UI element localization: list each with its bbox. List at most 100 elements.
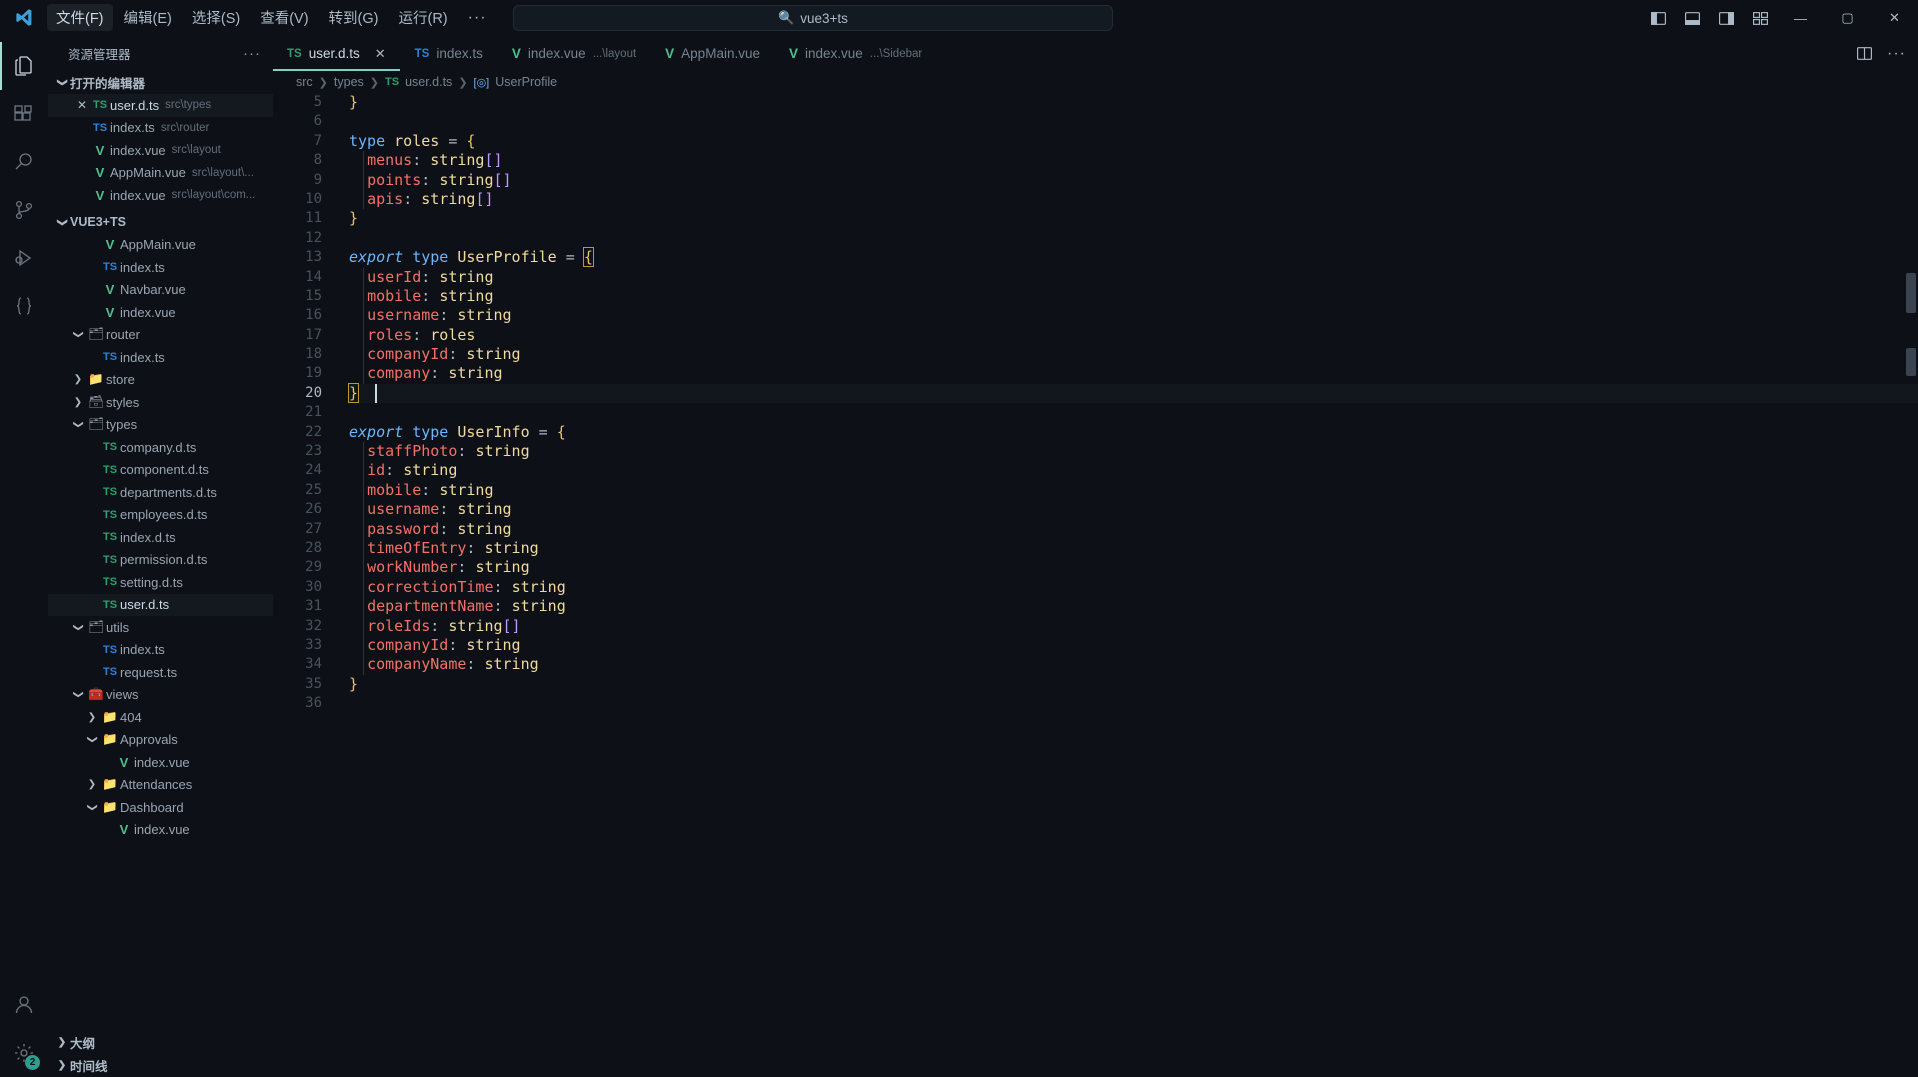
code-editor[interactable]: 5 6 7 8 9 10 11 12 13 14 15 16 17 18 19 20 21 22 23 24 25 26 2…	[273, 93, 1918, 1077]
tree-file[interactable]: TS request.ts	[48, 661, 273, 684]
activity-json-braces[interactable]	[0, 282, 48, 330]
breadcrumb-item[interactable]: types	[334, 75, 364, 89]
code-line[interactable]	[349, 112, 1918, 131]
tree-folder[interactable]: 📁store	[48, 369, 273, 392]
close-icon[interactable]: ✕	[375, 46, 386, 62]
menu-item-5[interactable]: 运行(R)	[389, 4, 456, 31]
breadcrumb-item[interactable]: user.d.ts	[405, 75, 452, 89]
code-line[interactable]: }	[349, 93, 1918, 112]
tree-file[interactable]: TS departments.d.ts	[48, 481, 273, 504]
code-line[interactable]: companyName: string	[349, 655, 1918, 675]
editor-scrollbar-lower[interactable]	[1906, 348, 1916, 376]
code-line[interactable]: companyId: string	[349, 635, 1918, 656]
customize-layout-icon[interactable]	[1743, 0, 1777, 36]
editor-tab[interactable]: V AppMain.vue	[651, 36, 775, 71]
editor-more-actions-button[interactable]: ···	[1887, 45, 1906, 63]
tree-file[interactable]: TS component.d.ts	[48, 459, 273, 482]
code-line[interactable]: departmentName: string	[349, 597, 1918, 617]
tree-folder[interactable]: 📁Attendances	[48, 774, 273, 797]
code-line[interactable]: }	[349, 209, 1918, 228]
menu-item-1[interactable]: 编辑(E)	[115, 4, 181, 31]
split-editor-icon[interactable]	[1856, 45, 1873, 62]
chevron-down-icon[interactable]	[70, 419, 86, 430]
window-maximize-button[interactable]: ▢	[1824, 0, 1871, 36]
code-line[interactable]: username: string	[349, 306, 1918, 326]
chevron-down-icon[interactable]	[70, 622, 86, 633]
menu-item-0[interactable]: 文件(F)	[47, 4, 113, 31]
tree-folder[interactable]: 📁404	[48, 706, 273, 729]
activity-extensions-top[interactable]	[0, 90, 48, 138]
code-line[interactable]: export type UserInfo = {	[349, 423, 1918, 442]
activity-source-control[interactable]	[0, 186, 48, 234]
activity-accounts[interactable]	[0, 981, 48, 1029]
breadcrumb-item[interactable]: src	[296, 75, 313, 89]
tree-file[interactable]: TS user.d.ts	[48, 593, 273, 616]
close-icon[interactable]: ✕	[74, 98, 90, 112]
code-line[interactable]: mobile: string	[349, 480, 1918, 501]
code-line[interactable]: mobile: string	[349, 286, 1918, 307]
code-line[interactable]: export type UserProfile = {	[349, 247, 1918, 268]
code-line[interactable]: username: string	[349, 500, 1918, 520]
editor-tab[interactable]: Vindex.vue ...\layout	[497, 36, 652, 71]
chevron-right-icon[interactable]	[54, 1037, 70, 1048]
tree-file[interactable]: TS setting.d.ts	[48, 571, 273, 594]
chevron-right-icon[interactable]	[70, 374, 86, 385]
editor-tab[interactable]: TS index.ts	[400, 36, 498, 71]
chevron-right-icon[interactable]	[70, 397, 86, 408]
toggle-secondary-sidebar-icon[interactable]	[1709, 0, 1743, 36]
sidebar-panel-0[interactable]: 大纲	[48, 1031, 273, 1054]
code-line[interactable]	[349, 229, 1918, 248]
activity-settings[interactable]: 2	[0, 1029, 48, 1077]
editor-scrollbar-upper[interactable]	[1906, 273, 1916, 313]
open-editor-item[interactable]: ✕ TS user.d.ts src\types	[48, 94, 273, 117]
section-open-editors[interactable]: 打开的编辑器	[48, 71, 273, 94]
tree-file[interactable]: TS index.ts	[48, 346, 273, 369]
code-line[interactable]: menus: string[]	[349, 151, 1918, 171]
menu-item-4[interactable]: 转到(G)	[320, 4, 388, 31]
command-center-search[interactable]: 🔍 vue3+ts	[513, 5, 1113, 31]
code-line[interactable]: company: string	[349, 364, 1918, 384]
tree-folder[interactable]: 🧰views	[48, 684, 273, 707]
editor-tab[interactable]: Vindex.vue ...\Sidebar	[774, 36, 938, 71]
tree-folder[interactable]: 📁Dashboard	[48, 796, 273, 819]
code-line[interactable]: timeOfEntry: string	[349, 538, 1918, 559]
tree-folder[interactable]: 🗂utils	[48, 616, 273, 639]
tree-file[interactable]: TS permission.d.ts	[48, 549, 273, 572]
code-line[interactable]	[349, 694, 1918, 713]
chevron-right-icon[interactable]	[84, 779, 100, 790]
code-line[interactable]: staffPhoto: string	[349, 442, 1918, 462]
open-editor-item[interactable]: V AppMain.vue src\layout\...	[48, 162, 273, 185]
activity-run-debug[interactable]	[0, 234, 48, 282]
tree-file[interactable]: TS employees.d.ts	[48, 504, 273, 527]
section-project-root[interactable]: VUE3+TS	[48, 211, 273, 234]
tree-folder[interactable]: 🗂router	[48, 324, 273, 347]
code-line[interactable]: }	[349, 675, 1918, 694]
code-line[interactable]: roles: roles	[349, 325, 1918, 346]
chevron-down-icon[interactable]	[84, 734, 100, 745]
menu-item-2[interactable]: 选择(S)	[183, 4, 249, 31]
code-line[interactable]: apis: string[]	[349, 189, 1918, 210]
code-line[interactable]: correctionTime: string	[349, 577, 1918, 598]
tree-file[interactable]: Vindex.vue	[48, 301, 273, 324]
toggle-primary-sidebar-icon[interactable]	[1641, 0, 1675, 36]
code-line[interactable]: roleIds: string[]	[349, 616, 1918, 636]
tree-file[interactable]: TS index.ts	[48, 256, 273, 279]
code-line[interactable]: companyId: string	[349, 345, 1918, 365]
tree-file[interactable]: Vindex.vue	[48, 819, 273, 842]
sidebar-panel-1[interactable]: 时间线	[48, 1054, 273, 1077]
tree-folder[interactable]: 🗃styles	[48, 391, 273, 414]
tree-file[interactable]: V Navbar.vue	[48, 279, 273, 302]
code-line[interactable]: password: string	[349, 519, 1918, 539]
tree-file[interactable]: TS company.d.ts	[48, 436, 273, 459]
code-line[interactable]: workNumber: string	[349, 558, 1918, 578]
tree-folder[interactable]: 🗂types	[48, 414, 273, 437]
tree-file[interactable]: Vindex.vue	[48, 751, 273, 774]
open-editor-item[interactable]: TS index.ts src\router	[48, 117, 273, 140]
code-line[interactable]: points: string[]	[349, 170, 1918, 190]
code-line[interactable]: id: string	[349, 461, 1918, 481]
toggle-panel-icon[interactable]	[1675, 0, 1709, 36]
code-line[interactable]	[349, 403, 1918, 422]
open-editor-item[interactable]: Vindex.vue src\layout	[48, 139, 273, 162]
window-close-button[interactable]: ✕	[1871, 0, 1918, 36]
breadcrumb-item[interactable]: UserProfile	[495, 75, 557, 89]
